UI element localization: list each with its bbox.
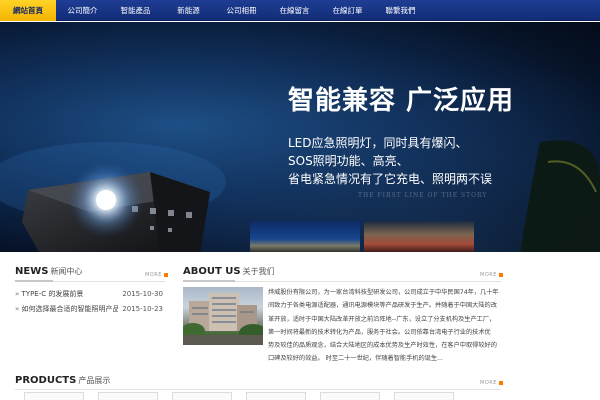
news-item-title[interactable]: TYPE-C 的发展前景: [15, 287, 84, 302]
banner-headline: 智能兼容 广泛应用: [288, 86, 515, 116]
nav-item-contact[interactable]: 聯繫我們: [374, 0, 427, 21]
about-line: 革开放，适时于中国大陆改革开放之前沿阵地--广东，设立了分支机构及生产工厂，: [268, 315, 496, 323]
product-card[interactable]: [24, 392, 84, 400]
nav-item-message[interactable]: 在線留言: [268, 0, 321, 21]
news-more-link[interactable]: MORE: [145, 272, 168, 278]
nav-item-new-energy[interactable]: 新能源: [162, 0, 215, 21]
top-navigation: 網站首頁 公司簡介 智能產品 新能源 公司相冊 在線留言 在線訂單 聯繫我們: [0, 0, 600, 21]
banner-watermark: THE FIRST LINE OF THE STORY: [358, 192, 488, 199]
building-image: [183, 293, 263, 345]
news-section-title: NEWS 新闻中心: [15, 266, 82, 277]
news-item-title[interactable]: 如何选择最合适的智能照明产品: [15, 302, 119, 317]
company-building-photo: [183, 287, 263, 345]
about-line: 势及较佳的品质观念，结合大陆地区的成本优势及生产时效性，在客户中取得较好的: [268, 342, 497, 350]
product-thumbnails: [24, 392, 454, 400]
banner-line-2: SOS照明功能、高亮、: [288, 154, 409, 168]
products-title-en: PRODUCTS: [15, 375, 77, 386]
about-divider-accent: [183, 280, 235, 282]
about-line: 口碑及较好的效益。 时至二十一世纪，伴随着智能手机的诞生...: [268, 355, 443, 363]
products-title-cn: 产品展示: [78, 376, 111, 385]
products-more-link[interactable]: MORE: [480, 380, 503, 386]
list-item[interactable]: TYPE-C 的发展前景 2015-10-30: [15, 287, 163, 302]
product-card[interactable]: [98, 392, 158, 400]
news-item-date: 2015-10-23: [122, 305, 163, 313]
product-card[interactable]: [246, 392, 306, 400]
about-line: 烨威股份有限公司，为一家台湾科技型研发公司，公司成立于中华民国74年，几十年: [268, 289, 499, 296]
news-item-date: 2015-10-30: [122, 290, 163, 298]
nav-item-products[interactable]: 智能產品: [109, 0, 162, 21]
news-title-cn: 新闻中心: [50, 267, 83, 276]
products-divider: [15, 389, 501, 390]
products-section-title: PRODUCTS 产品展示: [15, 375, 110, 386]
news-divider-accent: [15, 280, 53, 282]
banner-thumbnail-2[interactable]: [364, 221, 474, 252]
about-title-cn: 关于我们: [242, 267, 275, 276]
nav-item-home[interactable]: 網站首頁: [0, 0, 56, 21]
about-section-title: ABOUT US 关于我们: [183, 266, 275, 277]
nav-menu: 網站首頁 公司簡介 智能產品 新能源 公司相冊 在線留言 在線訂單 聯繫我們: [0, 0, 427, 21]
product-card[interactable]: [320, 392, 380, 400]
list-item[interactable]: 如何选择最合适的智能照明产品 2015-10-23: [15, 302, 163, 317]
news-list: TYPE-C 的发展前景 2015-10-30 如何选择最合适的智能照明产品 2…: [15, 287, 163, 317]
nav-item-album[interactable]: 公司相冊: [215, 0, 268, 21]
nav-item-about[interactable]: 公司簡介: [56, 0, 109, 21]
about-line: 第一时间将最新的技术转化为产品，服务于社会。公司依靠台湾电子行业的技术优: [268, 328, 491, 336]
about-line: 间致力于各类电源适配器，通讯电源模块等产品研发于生产。并随着于中国大陆的改: [268, 302, 497, 310]
product-card[interactable]: [394, 392, 454, 400]
banner-line-1: LED应急照明灯，同时具有爆闪、: [288, 136, 468, 150]
news-title-en: NEWS: [15, 266, 49, 277]
banner-line-3: 省电紧急情况有了它充电、照明两不误: [288, 172, 493, 186]
hero-banner[interactable]: 智能兼容 广泛应用 LED应急照明灯，同时具有爆闪、 SOS照明功能、高亮、 省…: [0, 22, 600, 252]
about-title-en: ABOUT US: [183, 266, 241, 277]
about-description: 烨威股份有限公司，为一家台湾科技型研发公司，公司成立于中华民国74年，几十年 间…: [268, 286, 500, 366]
product-card[interactable]: [172, 392, 232, 400]
banner-thumbnail-1[interactable]: [250, 221, 360, 252]
about-more-link[interactable]: MORE: [480, 272, 503, 278]
nav-item-order[interactable]: 在線訂單: [321, 0, 374, 21]
